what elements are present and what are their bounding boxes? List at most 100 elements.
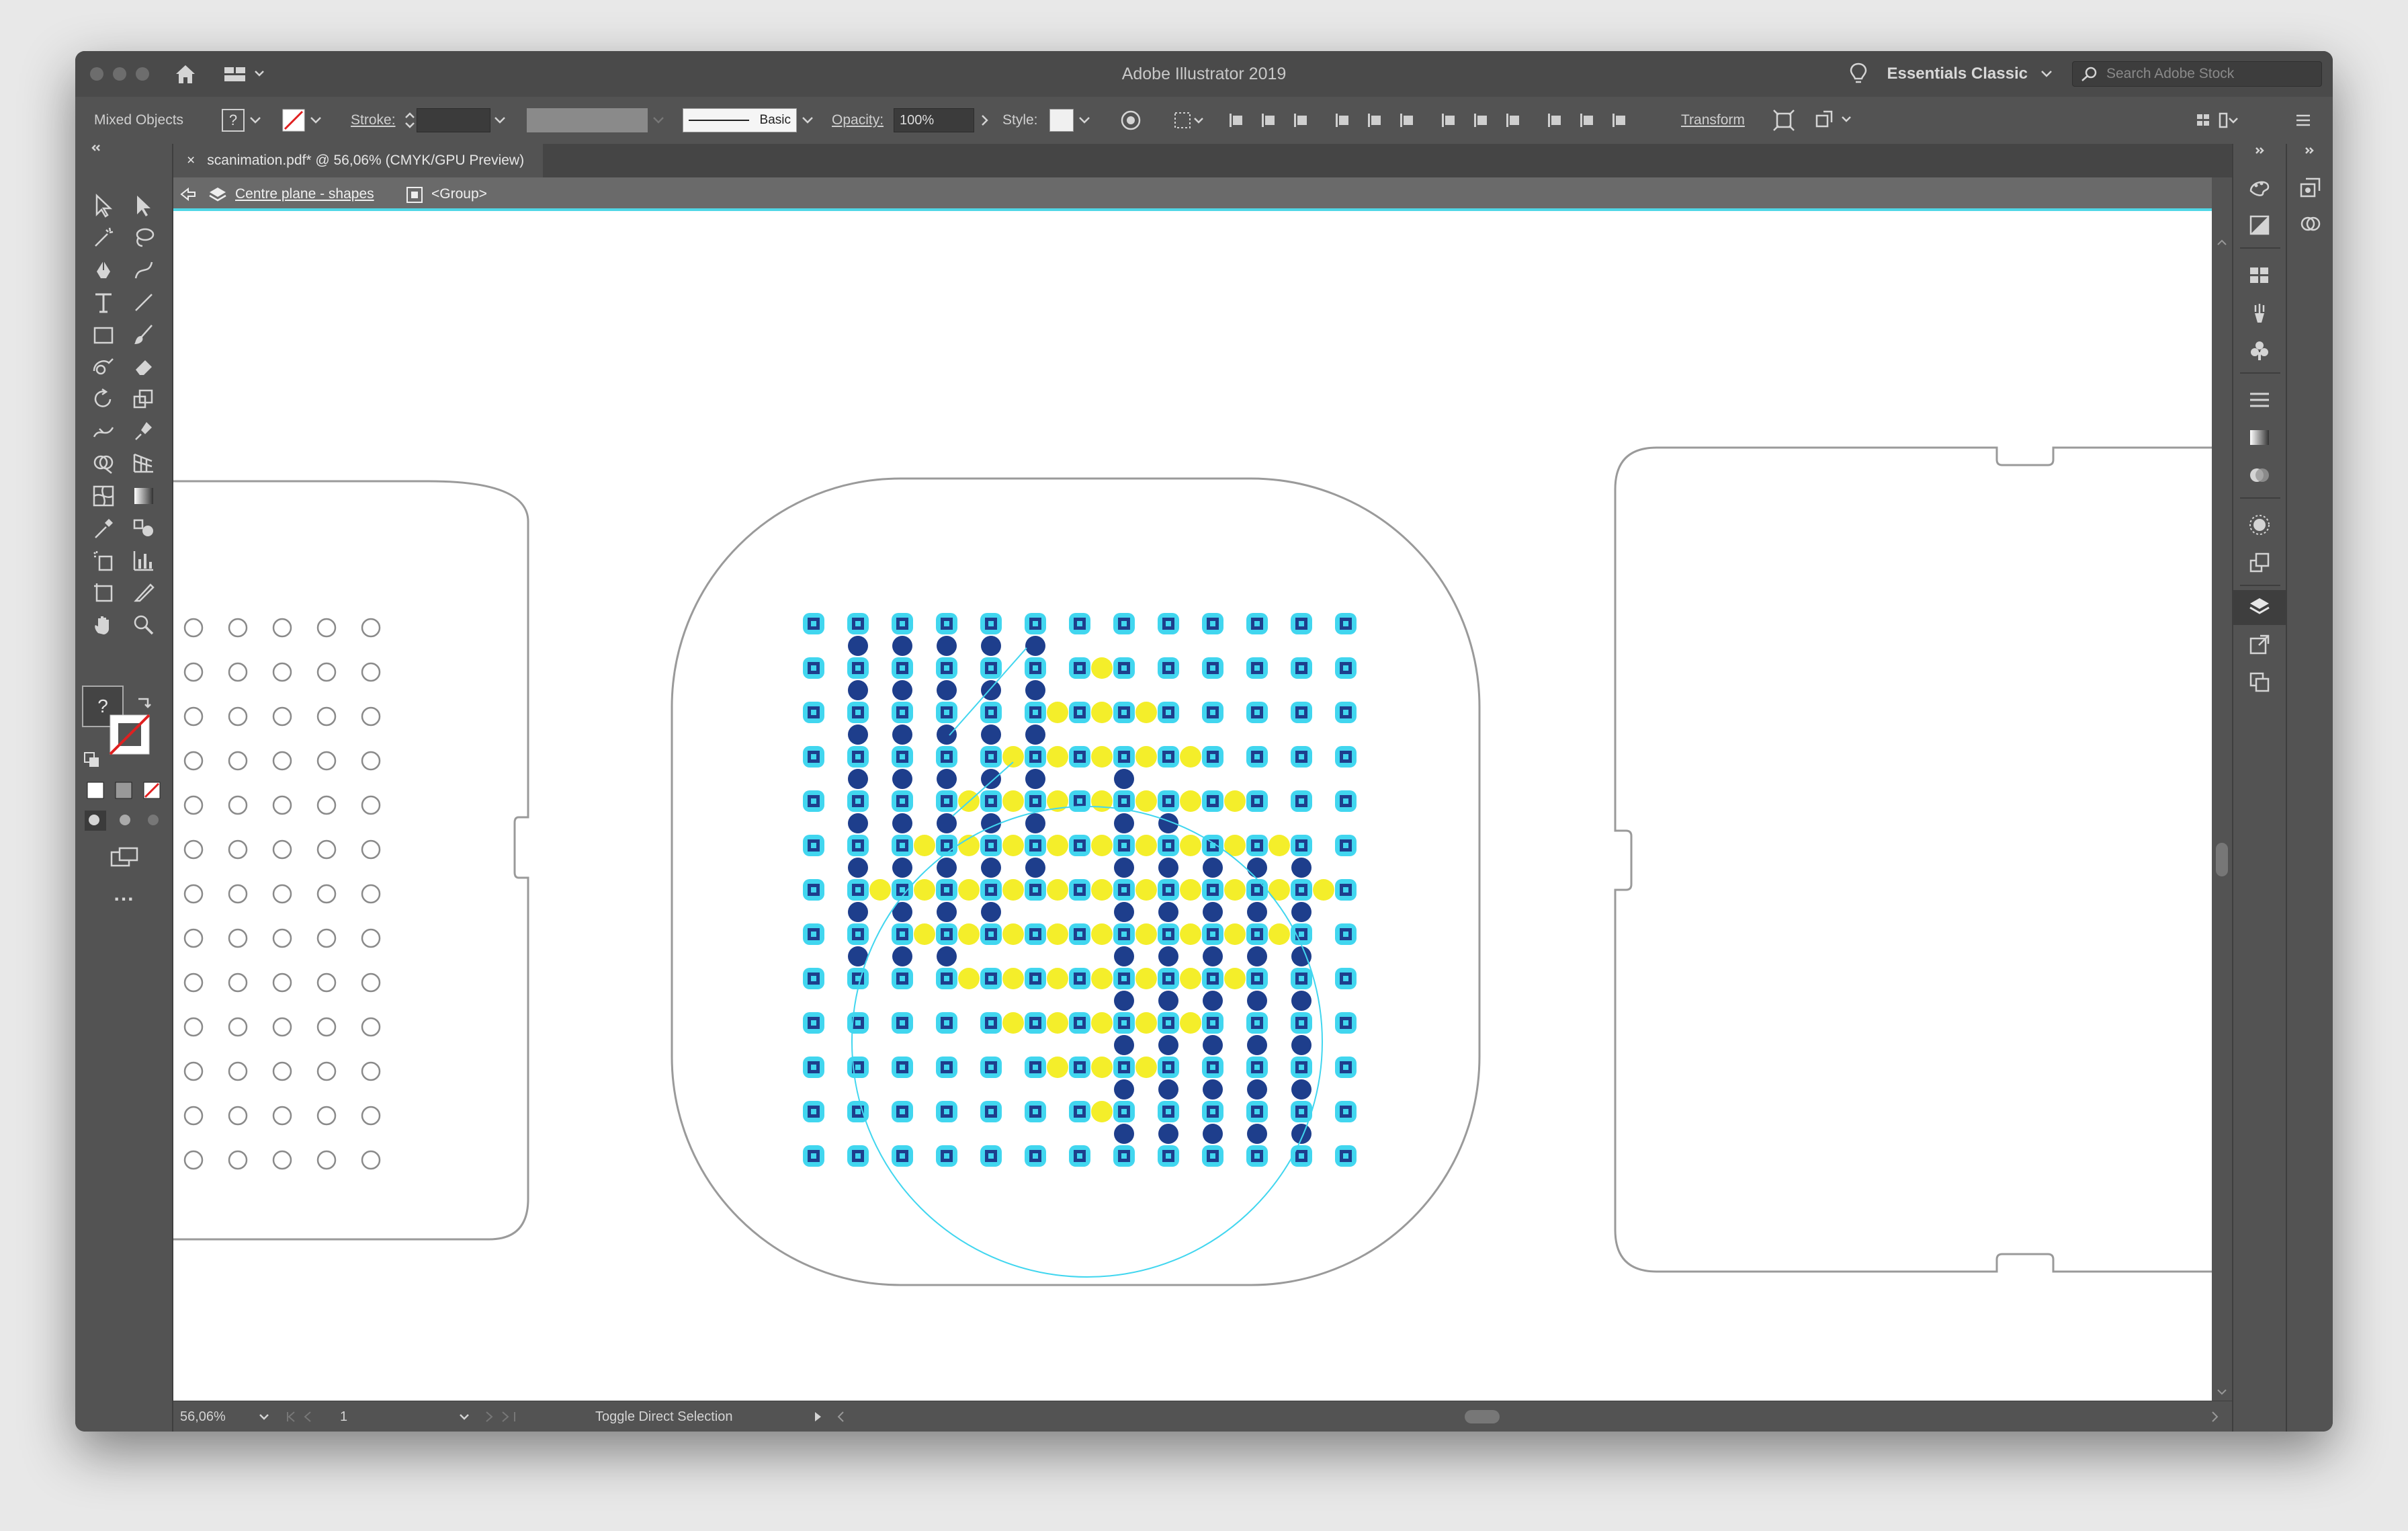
magic-wand-icon[interactable] [91,226,116,250]
vertical-scrollbar[interactable] [2212,177,2232,1401]
selection-tool-icon[interactable] [91,194,116,218]
paintbrush-icon[interactable] [132,323,156,347]
transparency-icon[interactable] [2248,464,2271,487]
variable-width-profile[interactable] [527,97,665,144]
align-bottom-icon[interactable] [1398,112,1415,129]
align-right-icon[interactable] [1291,112,1309,129]
lightbulb-icon[interactable] [1848,61,1868,87]
gradient-icon[interactable] [132,484,156,508]
puppet-warp-control[interactable] [1814,97,1857,144]
artboard-canvas[interactable] [173,211,2212,1401]
transform-button[interactable]: Transform [1681,97,1745,144]
opacity-label[interactable]: Opacity: [832,97,884,144]
draw-inside-icon[interactable] [148,815,159,825]
document-tab[interactable]: × scanimation.pdf* @ 56,06% (CMYK/GPU Pr… [173,144,544,177]
distribute-horizontal-center-icon[interactable] [1578,112,1595,129]
stroke-color-control[interactable] [282,97,322,144]
symbols-icon[interactable] [2248,339,2271,362]
stroke-weight-field[interactable] [403,97,507,144]
stroke-weight-input[interactable] [417,108,490,132]
artboard-number[interactable]: 1 [340,1401,347,1432]
libraries-icon[interactable] [2299,176,2322,199]
status-menu-icon[interactable] [812,1410,824,1423]
opacity-input[interactable]: 100% [894,108,974,132]
recolor-artwork-button[interactable] [1119,97,1142,144]
appearance-icon[interactable] [2248,513,2271,536]
collapse-arrows-icon[interactable] [90,144,114,152]
zoom-dropdown-icon[interactable] [258,1412,270,1421]
shaper-icon[interactable] [91,355,116,379]
scroll-right-icon[interactable] [2209,1410,2221,1423]
style-control[interactable] [1049,97,1091,144]
workspace-switcher[interactable]: Essentials Classic [1887,51,2053,97]
brush-definition-control[interactable]: Basic [683,97,814,144]
color-icon[interactable] [2248,214,2271,237]
hand-icon[interactable] [91,613,116,637]
draw-behind-icon[interactable] [120,815,130,825]
artboards-panel-icon[interactable] [2248,671,2271,694]
artboard-icon[interactable] [91,581,116,605]
stroke-swatch-large[interactable] [109,714,150,755]
fill-swatch[interactable]: ? [222,109,245,132]
screen-mode-icon[interactable] [109,845,141,870]
brushes-icon[interactable] [2248,301,2271,324]
gradient-panel-icon[interactable] [2248,426,2271,449]
distribute-left-icon[interactable] [1545,112,1563,129]
rectangle-icon[interactable] [91,323,116,347]
draw-normal-icon[interactable] [89,815,99,825]
rotate-icon[interactable] [91,387,116,411]
curvature-icon[interactable] [132,258,156,282]
horizontal-scroll-thumb[interactable] [1465,1410,1500,1423]
stroke-label[interactable]: Stroke: [351,97,396,144]
breadcrumb-layer[interactable]: Centre plane - shapes [235,177,374,211]
symbol-sprayer-icon[interactable] [91,548,116,573]
align-vertical-center-icon[interactable] [1365,112,1383,129]
artboard-nav-prev-icons[interactable] [284,1409,344,1424]
opacity-field[interactable]: 100% [894,97,990,144]
graphic-styles-icon[interactable] [2248,551,2271,574]
type-icon[interactable] [91,290,116,315]
collapse-arrows-icon[interactable] [2253,147,2268,155]
align-top-icon[interactable] [1333,112,1350,129]
graph-icon[interactable] [132,548,156,573]
scroll-up-icon[interactable] [2216,238,2228,247]
stock-search-input[interactable]: Search Adobe Stock [2072,61,2322,87]
puppet-warp-tool-icon[interactable] [132,419,156,444]
stepper-icon[interactable] [403,110,417,131]
artboard-dropdown-icon[interactable] [458,1412,470,1421]
slice-icon[interactable] [132,581,156,605]
blend-icon[interactable] [132,516,156,540]
line-icon[interactable] [132,290,156,315]
fill-control[interactable]: ? [222,97,262,144]
eyedropper-icon[interactable] [91,516,116,540]
mesh-icon[interactable] [91,484,116,508]
direct-selection-tool-icon[interactable] [132,194,156,218]
cc-libraries-icon[interactable] [2299,212,2322,235]
vertical-scroll-thumb[interactable] [2216,843,2228,876]
layers-icon[interactable] [2248,595,2271,618]
control-bar-menu-button[interactable] [2292,97,2313,144]
eraser-icon[interactable] [132,355,156,379]
distribute-top-icon[interactable] [1439,112,1457,129]
chevron-right-icon[interactable] [980,114,990,127]
distribute-vertical-center-icon[interactable] [1471,112,1489,129]
edit-toolbar-button[interactable]: ... [75,883,173,906]
swap-fill-stroke-icon[interactable] [136,695,153,710]
back-arrow-icon[interactable] [179,187,198,202]
collapse-arrows-icon[interactable] [2303,147,2318,155]
gradient-button[interactable] [115,782,132,799]
align-left-icon[interactable] [1227,112,1244,129]
zoom-level[interactable]: 56,06% [180,1401,226,1432]
stroke-none-swatch[interactable] [282,109,305,132]
swatches-icon[interactable] [2248,263,2271,286]
lasso-icon[interactable] [132,226,156,250]
asset-export-icon[interactable] [2248,633,2271,656]
isolate-group-button[interactable] [1772,97,1795,144]
stroke-panel-icon[interactable] [2248,388,2271,411]
align-horizontal-center-icon[interactable] [1259,112,1277,129]
default-fill-stroke-icon[interactable] [83,751,101,769]
arrange-documents-button[interactable] [2194,97,2248,144]
color-guide-icon[interactable] [2248,176,2271,199]
perspective-grid-icon[interactable] [132,452,156,476]
scroll-left-icon[interactable] [834,1410,847,1423]
